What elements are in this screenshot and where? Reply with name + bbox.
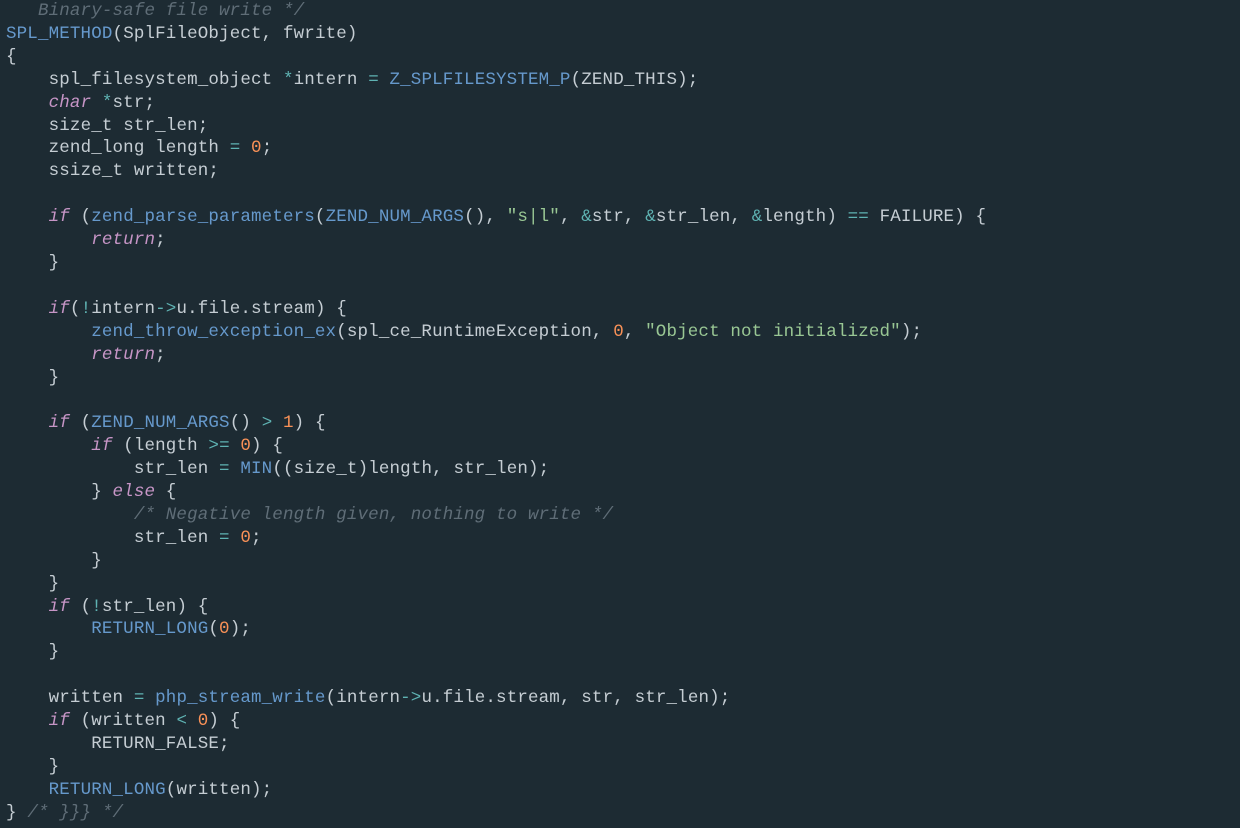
type-char: char	[49, 93, 92, 113]
comment-end-fold: /* }}} */	[27, 803, 123, 823]
macro-return-long: RETURN_LONG	[91, 619, 208, 639]
macro-return-false: RETURN_FALSE	[91, 734, 219, 754]
keyword-else: else	[113, 482, 156, 502]
keyword-if: if	[49, 207, 70, 227]
comment-top: Binary-safe file write */	[6, 1, 304, 21]
keyword-return: return	[91, 230, 155, 250]
macro-spl-method: SPL_METHOD	[6, 24, 113, 44]
comment-neg-len: /* Negative length given, nothing to wri…	[134, 505, 613, 525]
code-block: Binary-safe file write */ SPL_METHOD(Spl…	[0, 0, 1240, 825]
